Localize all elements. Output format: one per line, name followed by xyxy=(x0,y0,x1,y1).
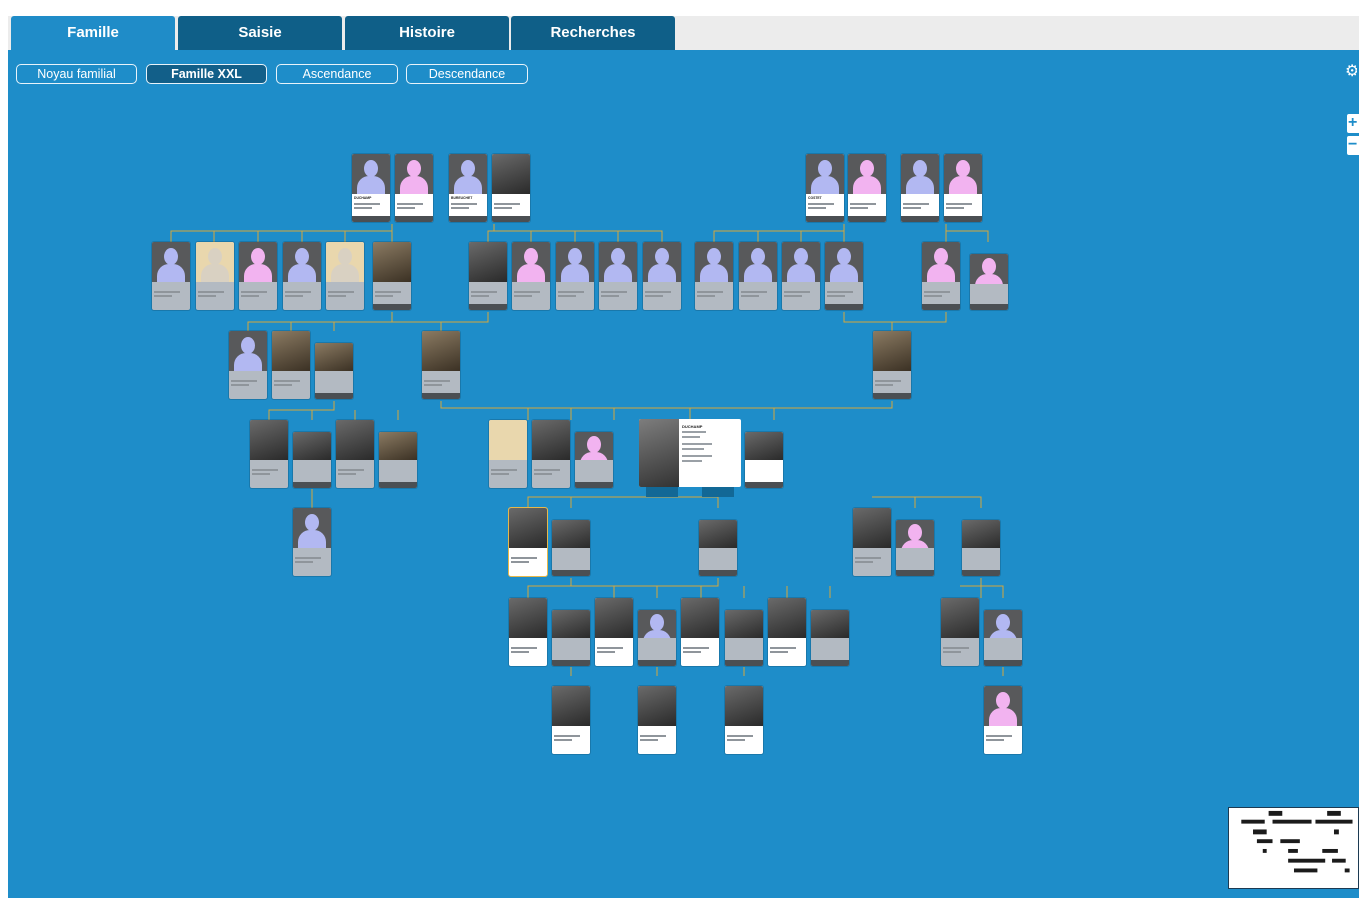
person-card[interactable] xyxy=(681,598,719,666)
person-card[interactable]: COSTET xyxy=(806,154,844,222)
person-card[interactable]: DUCHAMP xyxy=(352,154,390,222)
person-card[interactable] xyxy=(962,520,1000,576)
person-card[interactable] xyxy=(901,154,939,222)
person-card[interactable] xyxy=(283,242,321,310)
person-card[interactable] xyxy=(336,420,374,488)
person-card[interactable] xyxy=(699,520,737,576)
person-card[interactable] xyxy=(556,242,594,310)
focus-person-card[interactable]: DUCHAMP xyxy=(639,419,741,487)
person-card[interactable] xyxy=(469,242,507,310)
person-card[interactable] xyxy=(745,432,783,488)
person-card[interactable] xyxy=(768,598,806,666)
person-card[interactable] xyxy=(492,154,530,222)
person-card[interactable] xyxy=(944,154,982,222)
focus-person-name: DUCHAMP xyxy=(682,424,703,429)
tab-famille[interactable]: Famille xyxy=(11,16,175,50)
person-card[interactable] xyxy=(422,331,460,399)
person-card[interactable] xyxy=(326,242,364,310)
person-card[interactable] xyxy=(293,508,331,576)
person-card[interactable] xyxy=(970,254,1008,310)
person-card[interactable] xyxy=(941,598,979,666)
person-card[interactable] xyxy=(152,242,190,310)
person-name: COSTET xyxy=(808,196,822,200)
person-card[interactable] xyxy=(638,610,676,666)
person-card[interactable] xyxy=(984,610,1022,666)
person-card[interactable] xyxy=(575,432,613,488)
person-card[interactable] xyxy=(782,242,820,310)
app-window: Famille Saisie Histoire Recherches Noyau… xyxy=(0,0,1359,898)
person-card[interactable] xyxy=(509,598,547,666)
person-card[interactable] xyxy=(395,154,433,222)
person-card[interactable] xyxy=(509,508,547,576)
focus-right-button[interactable] xyxy=(702,487,734,497)
focus-left-button[interactable] xyxy=(646,487,678,497)
person-card[interactable] xyxy=(373,242,411,310)
person-card[interactable] xyxy=(552,610,590,666)
person-card[interactable] xyxy=(552,686,590,754)
person-card[interactable] xyxy=(922,242,960,310)
person-card[interactable] xyxy=(595,598,633,666)
focus-person-photo xyxy=(639,419,679,487)
person-card[interactable] xyxy=(643,242,681,310)
person-card[interactable]: BUREUCHET xyxy=(449,154,487,222)
person-card[interactable] xyxy=(811,610,849,666)
person-name: DUCHAMP xyxy=(354,196,372,200)
person-card[interactable] xyxy=(725,686,763,754)
family-tree-view[interactable]: Noyau familial Famille XXL Ascendance De… xyxy=(8,50,1359,898)
person-card[interactable] xyxy=(984,686,1022,754)
top-tab-bar: Famille Saisie Histoire Recherches xyxy=(0,0,1359,50)
person-name: BUREUCHET xyxy=(451,196,473,200)
person-card[interactable] xyxy=(379,432,417,488)
minimap-canvas xyxy=(1241,810,1353,873)
person-card[interactable] xyxy=(853,508,891,576)
person-card[interactable] xyxy=(695,242,733,310)
tab-histoire[interactable]: Histoire xyxy=(345,16,509,50)
tab-saisie[interactable]: Saisie xyxy=(178,16,342,50)
person-card[interactable] xyxy=(896,520,934,576)
person-card[interactable] xyxy=(552,520,590,576)
tab-recherches[interactable]: Recherches xyxy=(511,16,675,50)
person-card[interactable] xyxy=(315,343,353,399)
person-card[interactable] xyxy=(848,154,886,222)
person-card[interactable] xyxy=(250,420,288,488)
person-card[interactable] xyxy=(532,420,570,488)
tree-minimap[interactable] xyxy=(1228,807,1359,889)
person-card[interactable] xyxy=(739,242,777,310)
person-card[interactable] xyxy=(239,242,277,310)
person-card[interactable] xyxy=(512,242,550,310)
person-card[interactable] xyxy=(229,331,267,399)
person-card[interactable] xyxy=(825,242,863,310)
person-card[interactable] xyxy=(599,242,637,310)
person-card[interactable] xyxy=(272,331,310,399)
person-card[interactable] xyxy=(873,331,911,399)
person-card[interactable] xyxy=(196,242,234,310)
person-card[interactable] xyxy=(489,420,527,488)
person-card[interactable] xyxy=(293,432,331,488)
person-card[interactable] xyxy=(638,686,676,754)
person-card[interactable] xyxy=(725,610,763,666)
